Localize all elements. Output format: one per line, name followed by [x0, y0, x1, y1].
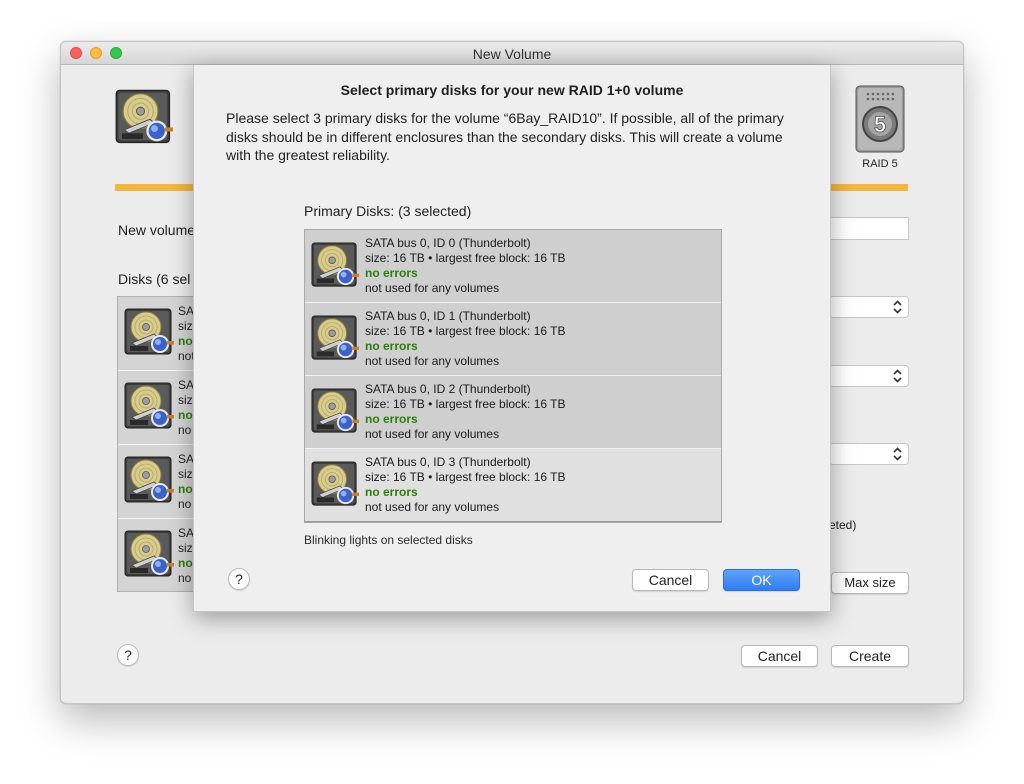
disk-usage: not used for any volumes — [365, 354, 500, 368]
disk-name: SA — [178, 526, 195, 540]
volume-name-label: New volume — [118, 222, 196, 238]
up-down-chevron-icon — [892, 299, 903, 315]
disk-name: SA — [178, 378, 195, 392]
hard-drive-icon — [124, 529, 174, 579]
disk-usage: no — [178, 571, 192, 585]
sheet-description: Please select 3 primary disks for the vo… — [226, 110, 784, 163]
disk-usage: not used for any volumes — [365, 281, 500, 295]
up-down-chevron-icon — [892, 368, 903, 384]
svg-text:5: 5 — [874, 112, 886, 137]
disk-status: no errors — [365, 485, 418, 499]
disk-name: SA — [178, 452, 195, 466]
list-item[interactable]: SA siz no no — [118, 371, 197, 445]
disk-status: no — [178, 334, 193, 348]
create-button[interactable]: Create — [831, 645, 909, 667]
hard-drive-icon — [311, 313, 359, 363]
hard-drive-icon — [311, 386, 359, 436]
hard-drive-icon — [115, 87, 173, 147]
raid-level-label: RAID 5 — [862, 158, 898, 170]
capacity-note: eted) — [829, 518, 857, 532]
hard-drive-icon — [124, 381, 174, 431]
disk-size: siz — [178, 393, 193, 407]
ok-button[interactable]: OK — [723, 569, 800, 591]
window-title: New Volume — [472, 46, 552, 62]
disk-size: siz — [178, 541, 193, 555]
disk-status: no errors — [365, 412, 418, 426]
help-button[interactable]: ? — [117, 644, 139, 666]
primary-disks-label: Primary Disks: (3 selected) — [304, 203, 472, 219]
chunk-size-select[interactable] — [829, 365, 909, 387]
disk-name: SATA bus 0, ID 2 (Thunderbolt) — [365, 382, 531, 396]
disks-label: Disks (6 sel — [118, 271, 191, 287]
disk-name: SATA bus 0, ID 1 (Thunderbolt) — [365, 309, 531, 323]
disk-size: size: 16 TB • largest free block: 16 TB — [365, 397, 566, 411]
list-item[interactable]: SATA size no not — [118, 297, 197, 371]
title-bar: New Volume — [61, 42, 963, 65]
sheet-help-button[interactable]: ? — [228, 568, 250, 590]
select-primary-disks-sheet: Select primary disks for your new RAID 1… — [193, 65, 831, 612]
disk-status: no — [178, 482, 193, 496]
hard-drive-icon — [311, 240, 359, 290]
disk-size: size: 16 TB • largest free block: 16 TB — [365, 251, 566, 265]
disk-row-selected[interactable]: SATA bus 0, ID 1 (Thunderbolt) size: 16 … — [305, 303, 721, 376]
disk-status: no errors — [365, 339, 418, 353]
up-down-chevron-icon — [892, 446, 903, 462]
list-item[interactable]: SA siz no no — [118, 519, 197, 591]
disk-row[interactable]: SATA bus 0, ID 3 (Thunderbolt) size: 16 … — [305, 449, 721, 522]
disk-usage: not used for any volumes — [365, 500, 500, 514]
list-item[interactable]: SA siz no no — [118, 445, 197, 519]
raid-level-select[interactable] — [829, 296, 909, 318]
disk-status: no errors — [365, 266, 418, 280]
disk-usage: no — [178, 423, 192, 437]
hard-drive-icon — [124, 307, 174, 357]
sheet-title: Select primary disks for your new RAID 1… — [340, 82, 684, 98]
volume-name-field[interactable] — [829, 217, 909, 240]
disk-row-selected[interactable]: SATA bus 0, ID 0 (Thunderbolt) size: 16 … — [305, 230, 721, 303]
options-select[interactable] — [829, 443, 909, 465]
disk-name: SATA bus 0, ID 0 (Thunderbolt) — [365, 236, 531, 250]
sheet-cancel-button[interactable]: Cancel — [632, 569, 709, 591]
raid-5-enclosure-icon[interactable]: 5 — [854, 84, 906, 154]
disk-size: siz — [178, 467, 193, 481]
hard-drive-icon — [124, 455, 174, 505]
cancel-button[interactable]: Cancel — [741, 645, 818, 667]
blinking-lights-note: Blinking lights on selected disks — [304, 533, 473, 547]
disk-status: no — [178, 408, 193, 422]
disk-name: SATA bus 0, ID 3 (Thunderbolt) — [365, 455, 531, 469]
disk-size: size: 16 TB • largest free block: 16 TB — [365, 470, 566, 484]
disk-usage: not used for any volumes — [365, 427, 500, 441]
disk-size: size: 16 TB • largest free block: 16 TB — [365, 324, 566, 338]
hard-drive-icon — [311, 459, 359, 509]
primary-disks-list[interactable]: SATA bus 0, ID 0 (Thunderbolt) size: 16 … — [304, 229, 722, 523]
disk-status: no — [178, 556, 193, 570]
disk-usage: no — [178, 497, 192, 511]
max-size-button[interactable]: Max size — [831, 572, 909, 594]
disk-row-selected[interactable]: SATA bus 0, ID 2 (Thunderbolt) size: 16 … — [305, 376, 721, 449]
disks-list[interactable]: SATA size no not SA siz no no SA siz no … — [117, 296, 197, 592]
